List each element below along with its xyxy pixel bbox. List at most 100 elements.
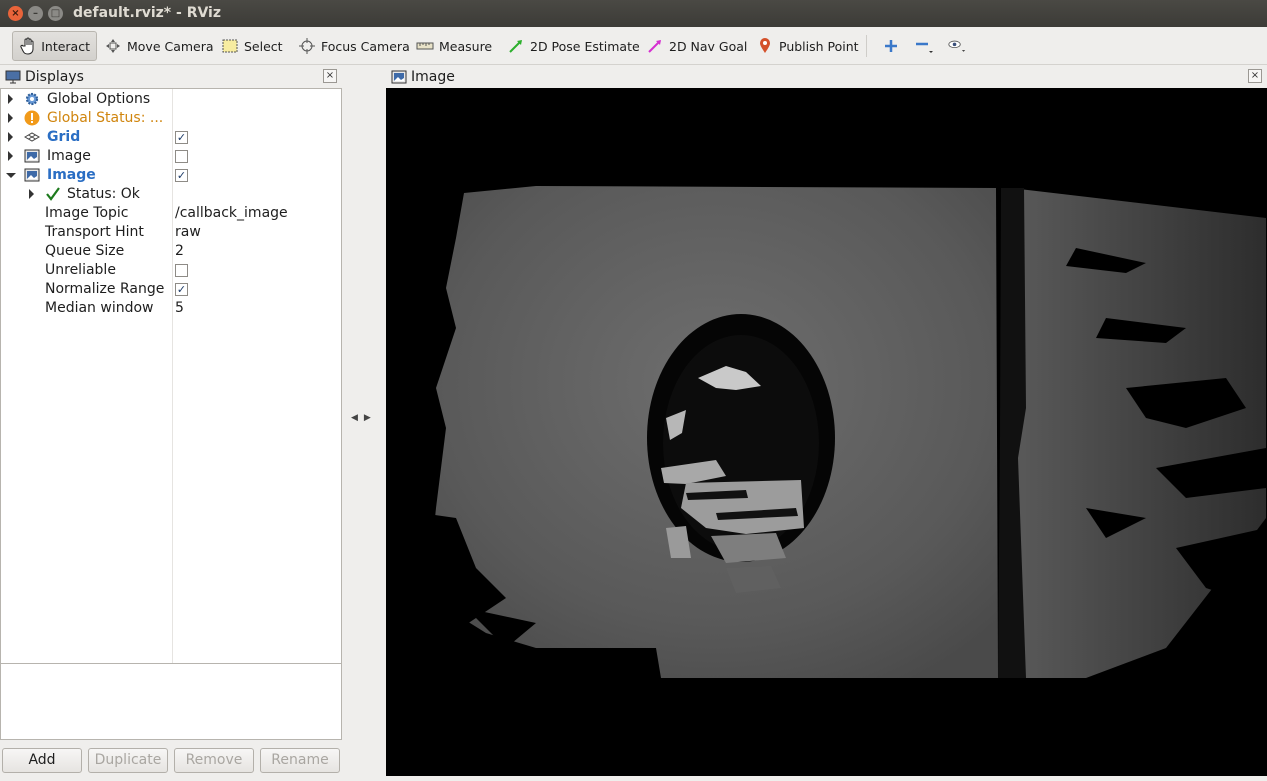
publish-point-pin-icon bbox=[756, 37, 774, 55]
tree-row-grid[interactable]: Grid ✓ bbox=[1, 128, 341, 147]
checkmark-icon bbox=[45, 186, 61, 202]
move-camera-icon bbox=[104, 37, 122, 55]
tree-row-label: Grid bbox=[47, 129, 81, 145]
maximize-window-button[interactable]: □ bbox=[48, 6, 63, 21]
select-tool-button[interactable]: Select bbox=[215, 31, 289, 61]
property-median-window[interactable]: Median window 5 bbox=[1, 299, 341, 318]
property-image-topic[interactable]: Image Topic /callback_image bbox=[1, 204, 341, 223]
property-label: Queue Size bbox=[45, 243, 125, 259]
depth-image bbox=[386, 88, 1267, 776]
toolbar: Interact Move Camera Select Focus Camera… bbox=[0, 27, 1267, 65]
expand-arrow-icon[interactable] bbox=[8, 94, 13, 104]
enable-checkbox[interactable]: ✓ bbox=[175, 131, 188, 144]
property-transport-hint[interactable]: Transport Hint raw bbox=[1, 223, 341, 242]
property-label: Normalize Range bbox=[45, 281, 165, 297]
property-value[interactable]: 2 bbox=[175, 242, 184, 261]
focus-camera-tool-button[interactable]: Focus Camera bbox=[292, 31, 416, 61]
displays-title: Displays bbox=[25, 69, 84, 85]
hand-icon bbox=[19, 37, 36, 55]
property-unreliable[interactable]: Unreliable bbox=[1, 261, 341, 280]
image-icon bbox=[24, 148, 40, 164]
gear-icon bbox=[24, 91, 40, 107]
measure-label: Measure bbox=[439, 38, 493, 54]
add-display-button[interactable]: Add bbox=[2, 748, 82, 773]
tree-row-status[interactable]: Status: Ok bbox=[1, 185, 341, 204]
nav-goal-label: 2D Nav Goal bbox=[669, 38, 748, 54]
measure-tool-button[interactable]: Measure bbox=[410, 31, 498, 61]
displays-header: Displays bbox=[0, 66, 343, 88]
focus-camera-icon bbox=[298, 37, 316, 55]
displays-panel: Displays × Global Options Global Status:… bbox=[0, 66, 343, 780]
tree-row-label: Global Status: ... bbox=[47, 110, 164, 126]
view-tool-dropdown[interactable] bbox=[942, 31, 977, 61]
nav-goal-tool-button[interactable]: 2D Nav Goal bbox=[640, 31, 753, 61]
image-panel-header: Image bbox=[386, 66, 1267, 88]
select-label: Select bbox=[244, 38, 283, 54]
measure-icon bbox=[416, 37, 434, 55]
warning-icon bbox=[24, 110, 40, 126]
image-icon bbox=[391, 70, 407, 84]
tree-row-image-2[interactable]: Image ✓ bbox=[1, 166, 341, 185]
pose-estimate-label: 2D Pose Estimate bbox=[530, 38, 640, 54]
grid-icon bbox=[23, 129, 41, 145]
panel-splitter-handle[interactable]: ◀▶ bbox=[351, 413, 377, 423]
nav-goal-arrow-icon bbox=[646, 37, 664, 55]
tree-row-label: Image bbox=[47, 167, 96, 183]
publish-point-tool-button[interactable]: Publish Point bbox=[750, 31, 865, 61]
image-icon bbox=[24, 167, 40, 183]
pose-estimate-tool-button[interactable]: 2D Pose Estimate bbox=[501, 31, 646, 61]
image-panel: Image × bbox=[386, 66, 1267, 776]
tree-row-label: Image bbox=[47, 148, 91, 164]
minus-icon bbox=[915, 37, 933, 55]
expand-arrow-icon[interactable] bbox=[8, 151, 13, 161]
focus-camera-label: Focus Camera bbox=[321, 38, 410, 54]
property-value[interactable]: /callback_image bbox=[175, 204, 288, 223]
tree-row-image-1[interactable]: Image bbox=[1, 147, 341, 166]
duplicate-display-button[interactable]: Duplicate bbox=[88, 748, 168, 773]
minimize-window-button[interactable]: – bbox=[28, 6, 43, 21]
move-camera-label: Move Camera bbox=[127, 38, 214, 54]
toolbar-separator bbox=[866, 35, 867, 57]
collapse-arrow-icon[interactable] bbox=[6, 173, 16, 178]
image-view bbox=[386, 88, 1267, 776]
move-camera-tool-button[interactable]: Move Camera bbox=[98, 31, 220, 61]
image-panel-title: Image bbox=[411, 69, 455, 85]
tree-row-label: Status: Ok bbox=[67, 186, 140, 202]
property-queue-size[interactable]: Queue Size 2 bbox=[1, 242, 341, 261]
property-description-box bbox=[0, 663, 342, 740]
expand-arrow-icon[interactable] bbox=[29, 189, 34, 199]
displays-tree: Global Options Global Status: ... Grid ✓… bbox=[0, 88, 342, 725]
remove-tool-button[interactable] bbox=[909, 31, 944, 61]
property-value[interactable]: raw bbox=[175, 223, 201, 242]
interact-tool-button[interactable]: Interact bbox=[12, 31, 97, 61]
monitor-icon bbox=[5, 70, 21, 84]
enable-checkbox[interactable] bbox=[175, 150, 188, 163]
plus-icon bbox=[882, 37, 900, 55]
close-window-button[interactable]: × bbox=[8, 6, 23, 21]
expand-arrow-icon[interactable] bbox=[8, 113, 13, 123]
property-checkbox[interactable] bbox=[175, 264, 188, 277]
pose-estimate-arrow-icon bbox=[507, 37, 525, 55]
publish-point-label: Publish Point bbox=[779, 38, 859, 54]
tree-row-label: Global Options bbox=[47, 91, 151, 107]
property-label: Transport Hint bbox=[45, 224, 144, 240]
enable-checkbox[interactable]: ✓ bbox=[175, 169, 188, 182]
property-checkbox[interactable]: ✓ bbox=[175, 283, 188, 296]
property-label: Median window bbox=[45, 300, 154, 316]
displays-close-button[interactable]: × bbox=[323, 69, 337, 83]
tree-row-global-status[interactable]: Global Status: ... bbox=[1, 109, 341, 128]
tree-row-global-options[interactable]: Global Options bbox=[1, 90, 341, 109]
title-bar: × – □ default.rviz* - RViz bbox=[0, 0, 1267, 27]
expand-arrow-icon[interactable] bbox=[8, 132, 13, 142]
window-title: default.rviz* - RViz bbox=[73, 5, 222, 21]
add-tool-button[interactable] bbox=[876, 31, 911, 61]
interact-label: Interact bbox=[41, 38, 90, 54]
property-label: Image Topic bbox=[45, 205, 129, 221]
remove-display-button[interactable]: Remove bbox=[174, 748, 254, 773]
property-value[interactable]: 5 bbox=[175, 299, 184, 318]
select-icon bbox=[221, 37, 239, 55]
property-label: Unreliable bbox=[45, 262, 116, 278]
image-panel-close-button[interactable]: × bbox=[1248, 69, 1262, 83]
rename-display-button[interactable]: Rename bbox=[260, 748, 340, 773]
property-normalize-range[interactable]: Normalize Range ✓ bbox=[1, 280, 341, 299]
